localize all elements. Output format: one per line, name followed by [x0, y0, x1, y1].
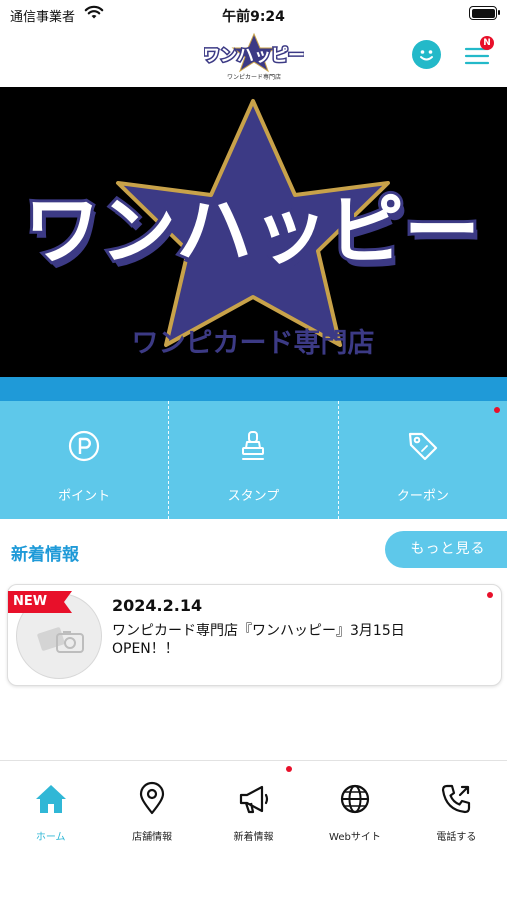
tab-home[interactable]: ホーム — [0, 761, 101, 861]
hero-logo: ワンハッピー ワンハッピー ワンピカード専門店 — [21, 99, 484, 359]
hero-subtitle: ワンピカード専門店 — [132, 328, 375, 359]
coupon-tag-icon — [408, 432, 437, 461]
point-icon — [69, 430, 100, 462]
news-date: 2024.2.14 — [112, 596, 203, 615]
quick-menu-stamp-label: スタンプ — [227, 489, 280, 504]
quick-menu-coupon[interactable]: クーポン — [337, 401, 507, 519]
status-time: 午前9:24 — [222, 9, 285, 25]
tab-home-label: ホーム — [35, 832, 66, 843]
news-tab-notification-dot — [286, 766, 292, 772]
home-icon — [35, 785, 66, 813]
header-logo-subtitle: ワンピカード専門店 — [226, 74, 281, 81]
megaphone-icon — [239, 785, 268, 814]
menu-notification-badge: N — [480, 36, 494, 50]
more-news-button[interactable]: もっと見る — [385, 531, 507, 568]
tab-news[interactable]: 新着情報 — [203, 761, 304, 861]
tab-news-label: 新着情報 — [233, 832, 274, 843]
tab-store-info-label: 店舗情報 — [132, 832, 173, 843]
news-headline: ワンピカード専門店『ワンハッピー』3月15日OPEN！！ — [112, 623, 405, 657]
hero-divider-band — [0, 377, 507, 401]
app-header: ワンハッピー ワンピカード専門店 N — [0, 28, 507, 86]
hero-banner: ワンハッピー ワンハッピー ワンピカード専門店 — [0, 87, 507, 377]
header-logo-text: ワンハッピー — [204, 46, 304, 66]
tab-call-label: 電話する — [436, 832, 477, 843]
quick-menu-point-label: ポイント — [58, 489, 111, 504]
profile-button[interactable] — [412, 40, 441, 69]
quick-menu-point[interactable]: ポイント — [0, 401, 168, 519]
new-badge: NEW — [8, 591, 72, 613]
tab-website-label: Webサイト — [329, 832, 381, 843]
location-pin-icon — [140, 781, 165, 815]
tab-call[interactable]: 電話する — [406, 761, 507, 861]
status-bar: 通信事業者 午前9:24 — [0, 0, 507, 28]
coupon-notification-dot — [493, 407, 500, 413]
smiley-icon — [420, 50, 433, 61]
tab-store-info[interactable]: 店舗情報 — [101, 761, 202, 861]
news-list-item[interactable]: NEW 2024.2.14 ワンピカード専門店『ワンハッピー』3月15日OPEN… — [7, 584, 502, 686]
news-section-title: 新着情報 — [11, 545, 79, 565]
tab-website[interactable]: Webサイト — [304, 761, 405, 861]
quick-menu: ポイント スタンプ クーポン — [0, 401, 507, 519]
battery-icon — [469, 6, 500, 20]
phone-call-icon — [442, 784, 471, 814]
quick-menu-stamp[interactable]: スタンプ — [168, 401, 337, 519]
hero-title: ワンハッピー — [24, 186, 480, 275]
news-unread-dot — [487, 592, 493, 598]
stamp-icon — [242, 431, 265, 460]
quick-menu-coupon-label: クーポン — [396, 489, 449, 504]
bottom-tab-bar: ホーム 店舗情報 新着情報 Webサイト 電話する — [0, 760, 507, 900]
globe-icon — [340, 784, 370, 814]
